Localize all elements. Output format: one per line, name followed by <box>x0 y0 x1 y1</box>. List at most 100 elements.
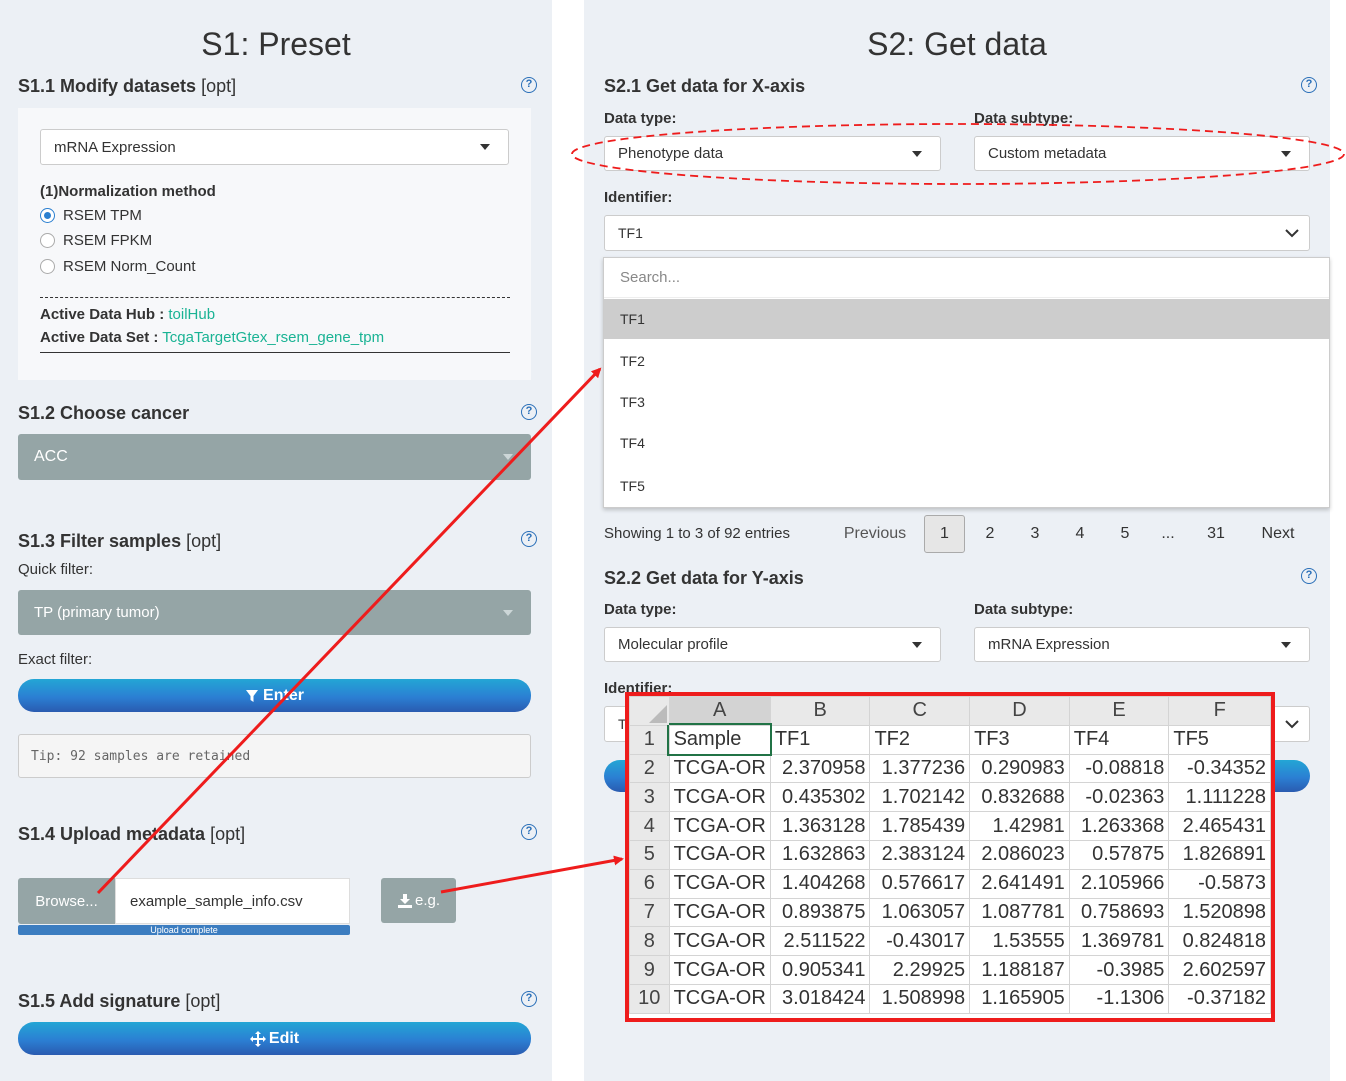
pagination-page-31[interactable]: 31 <box>1196 515 1236 553</box>
table-cell[interactable]: TCGA-OR <box>668 782 771 813</box>
col-header-d[interactable]: D <box>969 696 1070 726</box>
row-header[interactable]: 5 <box>629 839 670 870</box>
table-cell[interactable]: 1.826891 <box>1168 839 1271 870</box>
table-cell[interactable]: 0.758693 <box>1068 897 1170 928</box>
help-icon[interactable]: ? <box>1301 568 1317 584</box>
table-cell[interactable]: 0.435302 <box>769 782 871 813</box>
col-header-b[interactable]: B <box>769 696 871 726</box>
dataset-select[interactable]: mRNA Expression <box>40 129 509 165</box>
table-cell[interactable]: 1.404268 <box>769 868 871 899</box>
pagination-page-5[interactable]: 5 <box>1108 515 1142 553</box>
pagination-previous[interactable]: Previous <box>830 515 920 553</box>
table-cell[interactable]: TCGA-OR <box>668 753 771 784</box>
table-cell[interactable]: 2.511522 <box>769 926 871 957</box>
help-icon[interactable]: ? <box>521 404 537 420</box>
table-cell[interactable]: 2.383124 <box>869 839 971 870</box>
table-cell[interactable]: 2.641491 <box>969 868 1070 899</box>
table-cell[interactable]: 1.063057 <box>869 897 971 928</box>
table-cell[interactable]: 2.465431 <box>1168 811 1271 841</box>
edit-signature-button[interactable]: Edit <box>18 1022 531 1055</box>
dropdown-option-tf2[interactable]: TF2 <box>604 341 1329 381</box>
row-header[interactable]: 10 <box>629 983 670 1014</box>
table-cell[interactable]: -0.3985 <box>1068 955 1170 985</box>
x-identifier-select[interactable]: TF1 <box>604 215 1310 251</box>
table-cell[interactable]: 1.508998 <box>869 983 971 1014</box>
table-cell[interactable]: 1.702142 <box>869 782 971 813</box>
col-header-f[interactable]: F <box>1168 696 1271 726</box>
table-cell[interactable]: 2.086023 <box>969 839 1070 870</box>
table-cell[interactable]: 1.785439 <box>869 811 971 841</box>
enter-button[interactable]: Enter <box>18 679 531 712</box>
table-cell[interactable]: 0.290983 <box>969 753 1070 784</box>
x-data-subtype-select[interactable]: Custom metadata <box>974 136 1310 171</box>
table-cell[interactable]: 3.018424 <box>769 983 871 1014</box>
dropdown-option-tf3[interactable]: TF3 <box>604 382 1329 422</box>
table-cell[interactable]: 2.105966 <box>1068 868 1170 899</box>
dataset-link[interactable]: TcgaTargetGtex_rsem_gene_tpm <box>162 329 384 346</box>
pagination-page-1[interactable]: 1 <box>924 515 965 553</box>
pagination-page-4[interactable]: 4 <box>1063 515 1097 553</box>
example-download-button[interactable]: e.g. <box>381 878 456 923</box>
table-cell[interactable]: TCGA-OR <box>668 983 771 1014</box>
pagination-page-2[interactable]: 2 <box>973 515 1007 553</box>
select-all-corner[interactable] <box>629 696 670 726</box>
help-icon[interactable]: ? <box>521 531 537 547</box>
browse-button[interactable]: Browse... <box>18 878 115 924</box>
table-cell[interactable]: 1.111228 <box>1168 782 1271 813</box>
help-icon[interactable]: ? <box>521 77 537 93</box>
table-cell[interactable]: -0.08818 <box>1068 753 1170 784</box>
hub-link[interactable]: toilHub <box>168 306 215 323</box>
table-cell[interactable]: 1.087781 <box>969 897 1070 928</box>
dropdown-search-input[interactable]: Search... <box>604 258 1329 298</box>
table-cell[interactable]: TCGA-OR <box>668 868 771 899</box>
cancer-select[interactable]: ACC <box>18 434 531 480</box>
help-icon[interactable]: ? <box>521 824 537 840</box>
table-cell[interactable]: 1.263368 <box>1068 811 1170 841</box>
table-cell[interactable]: 0.576617 <box>869 868 971 899</box>
table-cell[interactable]: -0.02363 <box>1068 782 1170 813</box>
table-cell[interactable]: TCGA-OR <box>668 955 771 985</box>
pagination-page-3[interactable]: 3 <box>1018 515 1052 553</box>
radio-rsem-fpkm[interactable]: RSEM FPKM <box>40 232 152 249</box>
table-cell[interactable]: 0.893875 <box>769 897 871 928</box>
table-cell[interactable]: 2.29925 <box>869 955 971 985</box>
table-cell[interactable]: 1.53555 <box>969 926 1070 957</box>
y-data-subtype-select[interactable]: mRNA Expression <box>974 627 1310 662</box>
table-cell[interactable]: 0.824818 <box>1168 926 1271 957</box>
row-header[interactable]: 6 <box>629 868 670 899</box>
x-data-type-select[interactable]: Phenotype data <box>604 136 941 171</box>
col-header-c[interactable]: C <box>869 696 971 726</box>
table-cell[interactable]: -1.1306 <box>1068 983 1170 1014</box>
table-cell[interactable]: 1.188187 <box>969 955 1070 985</box>
col-header-a[interactable]: A <box>668 696 771 726</box>
help-icon[interactable]: ? <box>1301 77 1317 93</box>
table-cell[interactable]: TCGA-OR <box>668 839 771 870</box>
table-cell[interactable]: 0.832688 <box>969 782 1070 813</box>
dropdown-option-tf5[interactable]: TF5 <box>604 466 1329 506</box>
y-data-type-select[interactable]: Molecular profile <box>604 627 941 662</box>
table-cell[interactable]: -0.37182 <box>1168 983 1271 1014</box>
table-cell[interactable]: TCGA-OR <box>668 897 771 928</box>
table-cell[interactable]: TF2 <box>869 724 971 755</box>
table-cell[interactable]: 1.632863 <box>769 839 871 870</box>
help-icon[interactable]: ? <box>521 991 537 1007</box>
col-header-e[interactable]: E <box>1068 696 1170 726</box>
row-header[interactable]: 2 <box>629 753 670 784</box>
row-header[interactable]: 8 <box>629 926 670 957</box>
table-cell[interactable]: TCGA-OR <box>668 811 771 841</box>
quick-filter-select[interactable]: TP (primary tumor) <box>18 590 531 635</box>
radio-rsem-norm-count[interactable]: RSEM Norm_Count <box>40 258 196 275</box>
pagination-next[interactable]: Next <box>1250 515 1306 553</box>
dropdown-option-tf4[interactable]: TF4 <box>604 423 1329 463</box>
table-cell[interactable]: TF5 <box>1168 724 1271 755</box>
table-cell[interactable]: 1.377236 <box>869 753 971 784</box>
row-header[interactable]: 1 <box>629 724 670 755</box>
table-cell[interactable]: TF4 <box>1068 724 1170 755</box>
table-cell[interactable]: 0.57875 <box>1068 839 1170 870</box>
table-cell[interactable]: 1.520898 <box>1168 897 1271 928</box>
table-cell[interactable]: 1.369781 <box>1068 926 1170 957</box>
table-cell[interactable]: TF3 <box>969 724 1070 755</box>
table-cell[interactable]: 1.165905 <box>969 983 1070 1014</box>
table-cell[interactable]: -0.34352 <box>1168 753 1271 784</box>
radio-rsem-tpm[interactable]: RSEM TPM <box>40 207 142 224</box>
